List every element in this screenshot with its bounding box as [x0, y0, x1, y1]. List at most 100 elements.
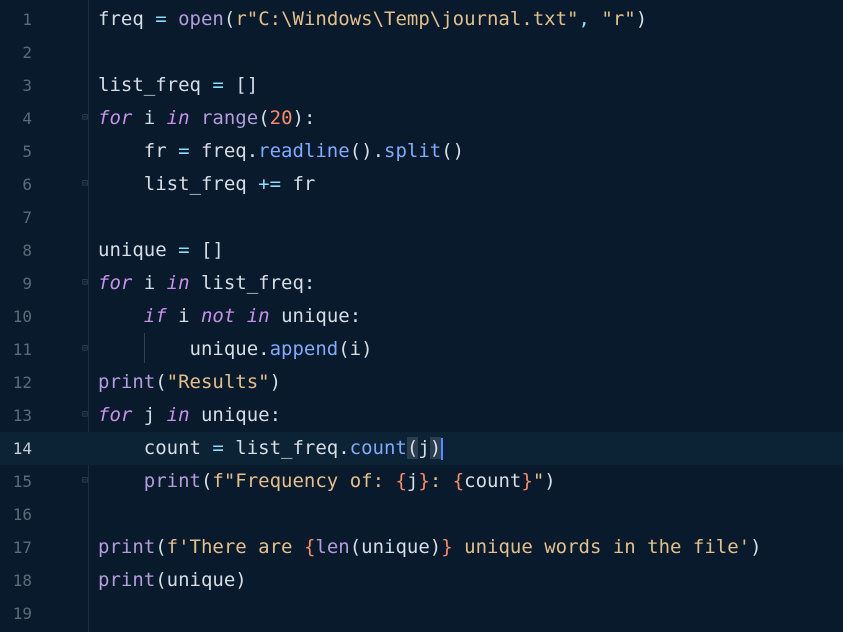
fold-marker-icon[interactable]: ⊟ — [82, 113, 92, 123]
fold-marker-icon[interactable]: ⊟ — [82, 278, 92, 288]
code-token: ( — [258, 107, 270, 129]
line-number: 7 — [22, 208, 32, 227]
code-token: count — [98, 437, 213, 459]
code-token: print — [98, 569, 156, 591]
line-number: 13 — [12, 406, 32, 425]
line-number: 5 — [22, 142, 32, 161]
fold-marker-icon[interactable]: ⊟ — [82, 344, 92, 354]
code-line-13[interactable]: 13 ⊟ for j in unique: — [0, 399, 843, 432]
code-text[interactable]: print(f'There are {len(unique)} unique w… — [98, 531, 762, 564]
code-token: i — [143, 272, 167, 294]
code-text[interactable]: fr = freq.readline().split() — [98, 135, 464, 168]
code-text[interactable]: print("Results") — [98, 366, 281, 399]
code-token: in — [166, 404, 201, 426]
code-line-8[interactable]: 8 unique = [] — [0, 234, 843, 267]
code-text[interactable]: if i not in unique: — [98, 300, 361, 333]
code-token: { — [395, 470, 407, 492]
code-line-10[interactable]: 10 if i not in unique: — [0, 300, 843, 333]
code-token: { — [303, 536, 316, 558]
code-token: [] — [200, 239, 224, 261]
line-number: 18 — [12, 571, 32, 590]
code-line-2[interactable]: 2 — [0, 36, 843, 69]
code-token: = — [178, 239, 201, 261]
code-line-6[interactable]: 6 ⊟ list_freq += fr — [0, 168, 843, 201]
line-number: 10 — [12, 307, 32, 326]
code-line-3[interactable]: 3 list_freq = [] — [0, 69, 843, 102]
fold-marker-icon[interactable]: ⊟ — [82, 476, 92, 486]
code-token: unique: — [281, 305, 362, 327]
code-token: for — [98, 107, 144, 129]
code-token: f"Frequency of: — [212, 470, 396, 492]
code-token: not in — [200, 305, 282, 327]
code-token: ( — [155, 371, 167, 393]
code-line-16[interactable]: 16 — [0, 498, 843, 531]
code-line-9[interactable]: 9 ⊟ for i in list_freq: — [0, 267, 843, 300]
code-line-4[interactable]: 4 ⊟ for i in range(20): — [0, 102, 843, 135]
line-number: 11 — [12, 340, 32, 359]
code-line-1[interactable]: 1 freq = open(r"C:\Windows\Temp\journal.t… — [0, 3, 843, 36]
code-token: if — [143, 305, 179, 327]
code-line-15[interactable]: 15 ⊟ print(f"Frequency of: {j}: {count}") — [0, 465, 843, 498]
code-token: freq — [98, 8, 156, 30]
code-text[interactable]: print(unique) — [98, 564, 247, 597]
code-token: ( — [223, 8, 236, 30]
code-token: for — [98, 272, 144, 294]
code-token: unique. — [98, 338, 270, 360]
code-token: range — [200, 107, 259, 129]
code-token: (unique) — [349, 536, 442, 558]
code-token: "Results" — [166, 371, 270, 393]
code-line-12[interactable]: 12 print("Results") — [0, 366, 843, 399]
code-line-14[interactable]: 14 count = list_freq.count(j) — [0, 432, 843, 465]
code-token: in — [166, 272, 201, 294]
code-text[interactable]: unique.append(i) — [98, 333, 373, 366]
code-token: { — [452, 470, 465, 492]
line-number: 16 — [12, 505, 32, 524]
code-line-7[interactable]: 7 — [0, 201, 843, 234]
code-token: : — [429, 470, 453, 492]
code-token: ) — [635, 8, 648, 30]
code-token: () — [441, 140, 465, 162]
code-token: ) — [544, 470, 556, 492]
code-line-18[interactable]: 18 print(unique) — [0, 564, 843, 597]
code-text[interactable]: for j in unique: — [98, 399, 281, 432]
code-text[interactable]: freq = open(r"C:\Windows\Temp\journal.tx… — [98, 3, 647, 36]
code-line-19[interactable]: 19 — [0, 597, 843, 630]
code-editor[interactable]: 1 freq = open(r"C:\Windows\Temp\journal.t… — [0, 0, 843, 632]
code-token: count — [349, 437, 407, 459]
code-token: (i) — [338, 338, 373, 360]
code-token: r"C:\Windows\Temp\journal.txt" — [235, 8, 579, 30]
code-token: (unique) — [155, 569, 247, 591]
code-text[interactable]: list_freq = [] — [98, 69, 258, 102]
code-token: list_freq: — [200, 272, 316, 294]
code-token: += — [258, 173, 293, 195]
code-text[interactable]: for i in range(20): — [98, 102, 315, 135]
code-text[interactable]: list_freq += fr — [98, 168, 316, 201]
code-token: unique — [98, 239, 179, 261]
line-number: 14 — [12, 439, 32, 458]
code-token: [] — [235, 74, 259, 96]
line-number: 2 — [22, 43, 32, 62]
code-token: 20 — [269, 107, 293, 129]
line-number: 8 — [22, 241, 32, 260]
code-token: for — [98, 404, 144, 426]
code-text[interactable]: unique = [] — [98, 234, 224, 267]
code-text[interactable]: print(f"Frequency of: {j}: {count}") — [98, 465, 556, 498]
code-token: ) — [429, 437, 442, 459]
code-token: i — [143, 107, 167, 129]
code-token: } — [521, 470, 533, 492]
fold-marker-icon[interactable]: ⊟ — [82, 179, 92, 189]
code-line-11[interactable]: 11 ⊟ unique.append(i) — [0, 333, 843, 366]
code-line-5[interactable]: 5 fr = freq.readline().split() — [0, 135, 843, 168]
code-token: (). — [349, 140, 385, 162]
code-text[interactable]: count = list_freq.count(j) — [98, 432, 444, 465]
code-token: } — [418, 470, 430, 492]
code-token: " — [532, 470, 545, 492]
code-token: unique words in the file' — [452, 536, 751, 558]
fold-marker-icon[interactable]: ⊟ — [82, 410, 92, 420]
code-token: append — [269, 338, 339, 360]
code-token: list_freq — [98, 74, 213, 96]
code-line-17[interactable]: 17 print(f'There are {len(unique)} unique… — [0, 531, 843, 564]
code-token: f'There are — [166, 536, 304, 558]
code-text[interactable]: for i in list_freq: — [98, 267, 315, 300]
line-number: 1 — [22, 10, 32, 29]
